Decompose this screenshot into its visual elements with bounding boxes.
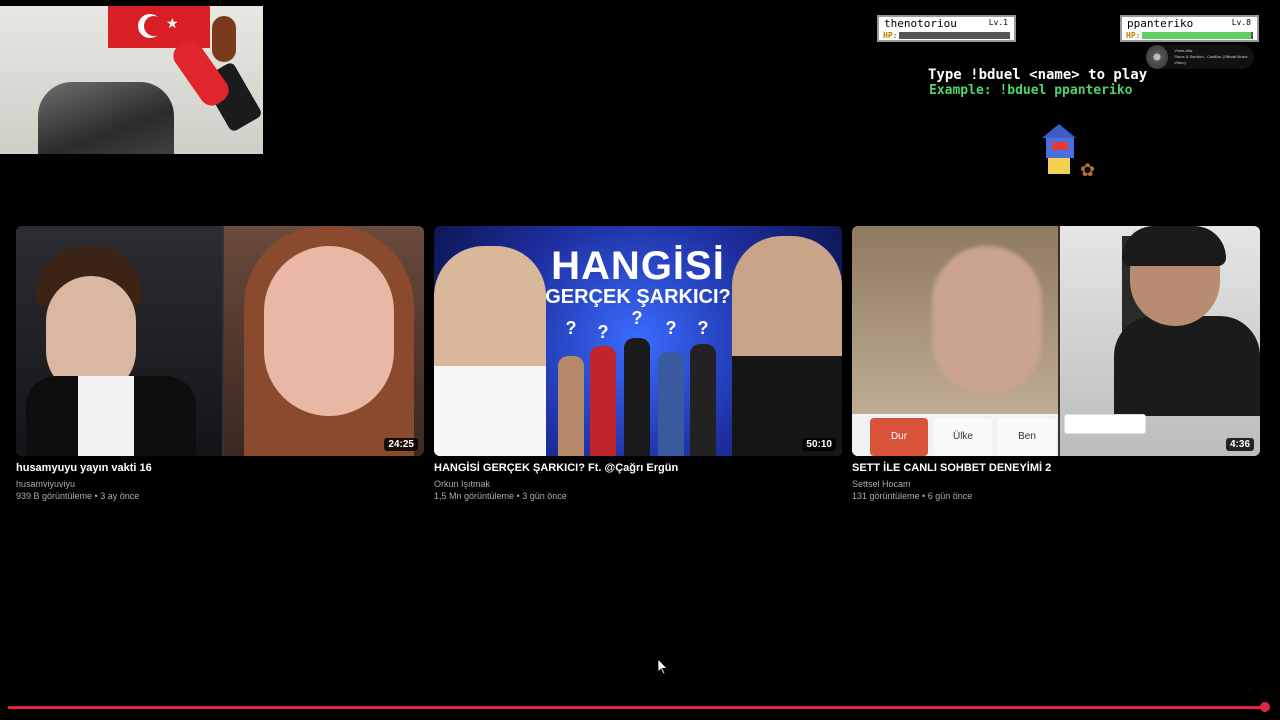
- player-level: Lv.1: [988, 18, 1008, 27]
- mouse-cursor-icon: [658, 659, 668, 675]
- contestant: [624, 338, 650, 456]
- question-mark-icon: ?: [631, 308, 643, 328]
- contestant: [690, 344, 716, 456]
- player-name: ppanteriko: [1127, 17, 1194, 30]
- hp-bar: [1142, 32, 1253, 39]
- hp-bar: [899, 32, 1010, 39]
- hp-label: HP:: [883, 31, 898, 40]
- hp-label: HP:: [1126, 31, 1141, 40]
- flag-star-icon: ★: [166, 15, 179, 31]
- contestant: [658, 352, 684, 456]
- now-playing-subtitle: Stone & Sanford - Cadillac (Official Mus…: [1174, 54, 1248, 65]
- channel-name[interactable]: husamviyuviyu: [16, 479, 424, 489]
- now-playing-text: Vinda Alta Stone & Sanford - Cadillac (O…: [1174, 48, 1254, 66]
- thumb-face: [264, 246, 394, 416]
- question-mark-icon: ?: [665, 318, 677, 338]
- violin: [212, 16, 236, 62]
- video-title[interactable]: SETT İLE CANLI SOHBET DENEYİMİ 2: [852, 462, 1260, 474]
- thumb-right-panel: [224, 226, 424, 456]
- channel-name[interactable]: Settsel Hocam: [852, 479, 1260, 489]
- video-thumbnail[interactable]: HANGİSİ GERÇEK ŞARKICI? ? ? ? ? ? 50:10: [434, 226, 842, 456]
- duration-badge: 50:10: [802, 438, 836, 451]
- thumb-hair: [1122, 226, 1226, 266]
- thumb-jacket: [1114, 316, 1260, 416]
- thumb-headline: HANGİSİ: [551, 244, 725, 288]
- duel-instruction: Type !bduel <name> to play: [928, 67, 1148, 83]
- thumb-shirt: [78, 376, 134, 456]
- question-mark-icon: ?: [697, 318, 709, 338]
- contestant: [558, 356, 584, 456]
- thumb-button-dur: Dur: [870, 418, 928, 456]
- wizard-hat: [1042, 124, 1076, 138]
- duration-badge: 24:25: [384, 438, 418, 451]
- video-meta: 131 görüntüleme • 6 gün önce: [852, 491, 973, 501]
- duration-badge: 4:36: [1225, 438, 1254, 451]
- wizard-body: [1048, 158, 1070, 174]
- thumb-face-blurred: [932, 246, 1042, 396]
- webcam-overlay: ★: [0, 6, 263, 154]
- duel-hp-box-player1: thenotoriou Lv.1 HP:: [877, 15, 1016, 42]
- video-meta: 1,5 Mn görüntüleme • 3 gün önce: [434, 491, 567, 501]
- video-progress-bar[interactable]: [8, 702, 1271, 712]
- video-card[interactable]: 24:25 husamyuyu yayın vakti 16 husamviyu…: [16, 226, 424, 501]
- video-title[interactable]: HANGİSİ GERÇEK ŞARKICI? Ft. @Çağrı Ergün: [434, 462, 842, 474]
- flag-crescent-cut: [144, 16, 164, 36]
- video-thumbnail[interactable]: 24:25: [16, 226, 424, 456]
- channel-name[interactable]: Orkun Işıtmak: [434, 479, 842, 489]
- progress-fill: [8, 706, 1266, 709]
- thumb-chat-box: [1064, 414, 1146, 434]
- squirrel-icon: ✿: [1080, 160, 1096, 180]
- gaming-chair: [38, 82, 174, 154]
- wizard-eyes: [1052, 142, 1068, 150]
- scrubber-handle[interactable]: [1260, 702, 1271, 712]
- video-meta: 939 B görüntüleme • 3 ay önce: [16, 491, 140, 501]
- question-mark-icon: ?: [565, 318, 577, 338]
- thumb-button-ben: Ben: [998, 418, 1056, 456]
- now-playing-widget: Vinda Alta Stone & Sanford - Cadillac (O…: [1146, 45, 1254, 69]
- pixel-wizard-sprite: [1040, 124, 1076, 178]
- video-card[interactable]: HANGİSİ GERÇEK ŞARKICI? ? ? ? ? ? 50:10 …: [434, 226, 842, 501]
- thumb-subline: GERÇEK ŞARKICI?: [545, 286, 731, 308]
- thumb-button-ulke: Ülke: [934, 418, 992, 456]
- duel-example: Example: !bduel ppanteriko: [929, 83, 1133, 98]
- thumb-shirt: [434, 366, 546, 456]
- duel-hp-box-player2: ppanteriko Lv.8 HP:: [1120, 15, 1259, 42]
- contestant: [590, 346, 616, 456]
- video-thumbnail[interactable]: Dur Ülke Ben 4:36: [852, 226, 1260, 456]
- player-level: Lv.8: [1231, 18, 1251, 27]
- video-title[interactable]: husamyuyu yayın vakti 16: [16, 462, 424, 474]
- hp-bar-fill: [1142, 32, 1251, 39]
- thumb-contestants: ? ? ? ? ?: [552, 308, 724, 456]
- player-name: thenotoriou: [884, 17, 957, 30]
- vinyl-disc-icon: [1146, 45, 1169, 69]
- video-card[interactable]: Dur Ülke Ben 4:36 SETT İLE CANLI SOHBET …: [852, 226, 1260, 501]
- question-mark-icon: ?: [597, 322, 609, 342]
